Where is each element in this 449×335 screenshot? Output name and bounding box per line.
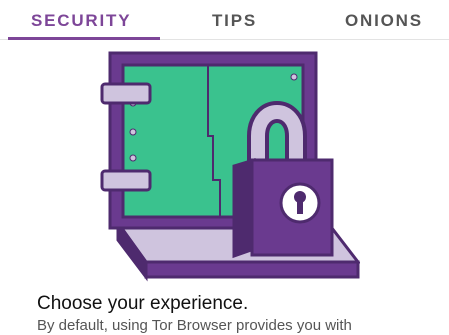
- tab-bar: SECURITY TIPS ONIONS: [0, 0, 449, 40]
- active-tab-indicator: [8, 37, 160, 40]
- tab-onions[interactable]: ONIONS: [345, 11, 423, 31]
- headline: Choose your experience.: [37, 293, 249, 314]
- safe-padlock-illustration: [100, 51, 360, 282]
- tab-tips[interactable]: TIPS: [212, 11, 257, 31]
- tab-security[interactable]: SECURITY: [31, 11, 131, 31]
- description-text: By default, using Tor Browser provides y…: [37, 317, 352, 334]
